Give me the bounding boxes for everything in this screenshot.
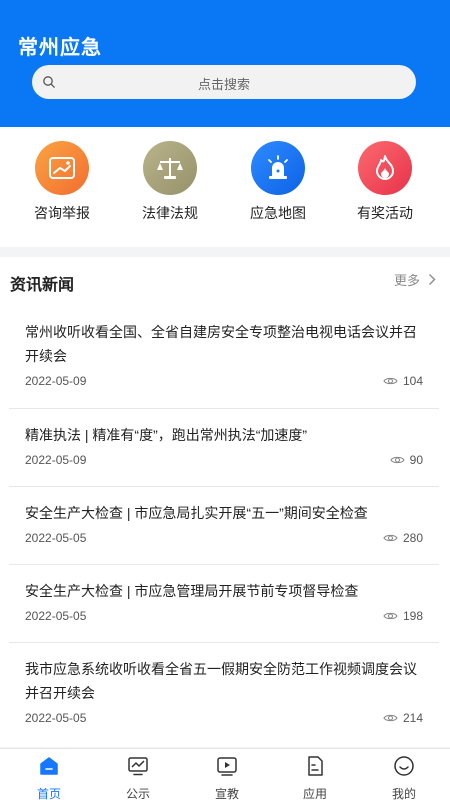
tab-label: 应用 xyxy=(302,787,327,800)
tab-bar: 首页 公示 宣教 应用 我的 xyxy=(0,748,450,800)
tab-label: 首页 xyxy=(36,787,61,800)
news-item-title: 精准执法 | 精准有“度”，跑出常州执法“加速度” xyxy=(25,427,308,443)
divider xyxy=(9,486,439,487)
news-item-title: 安全生产大检查 | 市应急局扎实开展“五一”期间安全检查 xyxy=(25,505,368,521)
tab-profile[interactable]: 我的 xyxy=(369,755,439,800)
divider xyxy=(9,564,439,565)
header: 常州应急 点击搜索 xyxy=(0,0,450,127)
news-item-date: 2022-05-09 xyxy=(25,374,87,388)
tab-announcements[interactable]: 公示 xyxy=(103,755,173,800)
news-item[interactable]: 我市应急系统收听收看全省五一假期安全防范工作视频调度会议并召开续会 2022-0… xyxy=(9,657,439,733)
app-title: 常州应急 xyxy=(18,37,102,59)
news-item-date: 2022-05-05 xyxy=(25,531,87,545)
tab-home[interactable]: 首页 xyxy=(14,755,84,800)
news-item-views: 104 xyxy=(383,374,423,388)
more-link[interactable]: 更多 xyxy=(394,270,436,289)
news-item-view-count: 90 xyxy=(409,453,423,467)
news-item-views: 214 xyxy=(383,711,423,725)
tab-label: 我的 xyxy=(391,787,416,800)
scale-icon xyxy=(143,141,197,195)
eye-icon xyxy=(383,612,398,620)
alarm-icon xyxy=(251,141,305,195)
quick-link-label: 咨询举报 xyxy=(34,205,90,221)
news-item[interactable]: 安全生产大检查 | 市应急管理局开展节前专项督导检查 2022-05-05 19… xyxy=(9,579,439,629)
eye-icon xyxy=(383,534,398,542)
eye-icon xyxy=(383,377,398,385)
news-item-view-count: 214 xyxy=(402,711,423,725)
news-item-view-count: 198 xyxy=(402,609,423,623)
eye-icon xyxy=(383,714,398,722)
news-item-view-count: 280 xyxy=(402,531,423,545)
quick-link-label: 法律法规 xyxy=(142,205,198,221)
quick-links: 咨询举报 法律法规 应急地图 有奖活动 xyxy=(0,127,450,247)
news-item[interactable]: 安全生产大检查 | 市应急局扎实开展“五一”期间安全检查 2022-05-05 … xyxy=(9,501,439,551)
divider xyxy=(9,642,439,643)
news-item-date: 2022-05-05 xyxy=(25,609,87,623)
tab-label: 公示 xyxy=(125,787,150,800)
tab-education[interactable]: 宣教 xyxy=(192,755,262,800)
home-icon xyxy=(40,757,58,775)
eye-icon xyxy=(390,456,405,464)
news-item-views: 280 xyxy=(383,531,423,545)
quick-link-label: 应急地图 xyxy=(250,205,306,221)
quick-link-map[interactable]: 应急地图 xyxy=(233,141,323,223)
news-item[interactable]: 精准执法 | 精准有“度”，跑出常州执法“加速度” 2022-05-09 90 xyxy=(9,423,439,473)
quick-link-report[interactable]: 咨询举报 xyxy=(17,141,107,223)
news-item-title: 常州收听收看全国、全省自建房安全专项整治电视电话会议并召开续会 xyxy=(25,324,417,364)
chart-icon xyxy=(128,757,148,776)
flame-icon xyxy=(358,141,412,195)
divider xyxy=(9,408,439,409)
smile-icon xyxy=(394,756,414,776)
news-item-title: 安全生产大检查 | 市应急管理局开展节前专项督导检查 xyxy=(25,583,359,599)
news-item-title: 我市应急系统收听收看全省五一假期安全防范工作视频调度会议并召开续会 xyxy=(25,661,417,701)
quick-link-label: 有奖活动 xyxy=(357,205,413,221)
news-section: 资讯新闻 更多 常州收听收看全国、全省自建房安全专项整治电视电话会议并召开续会 … xyxy=(0,257,450,747)
tab-label: 宣教 xyxy=(214,787,239,800)
news-item-view-count: 104 xyxy=(402,374,423,388)
news-item-views: 198 xyxy=(383,609,423,623)
news-item-date: 2022-05-09 xyxy=(25,453,87,467)
quick-link-activity[interactable]: 有奖活动 xyxy=(340,141,430,223)
video-icon xyxy=(217,757,237,776)
news-section-title: 资讯新闻 xyxy=(10,277,75,294)
chevron-right-icon xyxy=(429,274,436,285)
search-placeholder: 点击搜索 xyxy=(197,77,250,92)
tab-apps[interactable]: 应用 xyxy=(280,755,350,800)
more-label: 更多 xyxy=(393,273,420,288)
news-item-date: 2022-05-05 xyxy=(25,711,87,725)
search-bar[interactable]: 点击搜索 xyxy=(32,65,416,99)
app-icon xyxy=(308,756,323,776)
report-icon xyxy=(35,141,89,195)
news-item[interactable]: 常州收听收看全国、全省自建房安全专项整治电视电话会议并召开续会 2022-05-… xyxy=(9,320,439,396)
quick-link-laws[interactable]: 法律法规 xyxy=(125,141,215,223)
news-item-views: 90 xyxy=(390,453,423,467)
